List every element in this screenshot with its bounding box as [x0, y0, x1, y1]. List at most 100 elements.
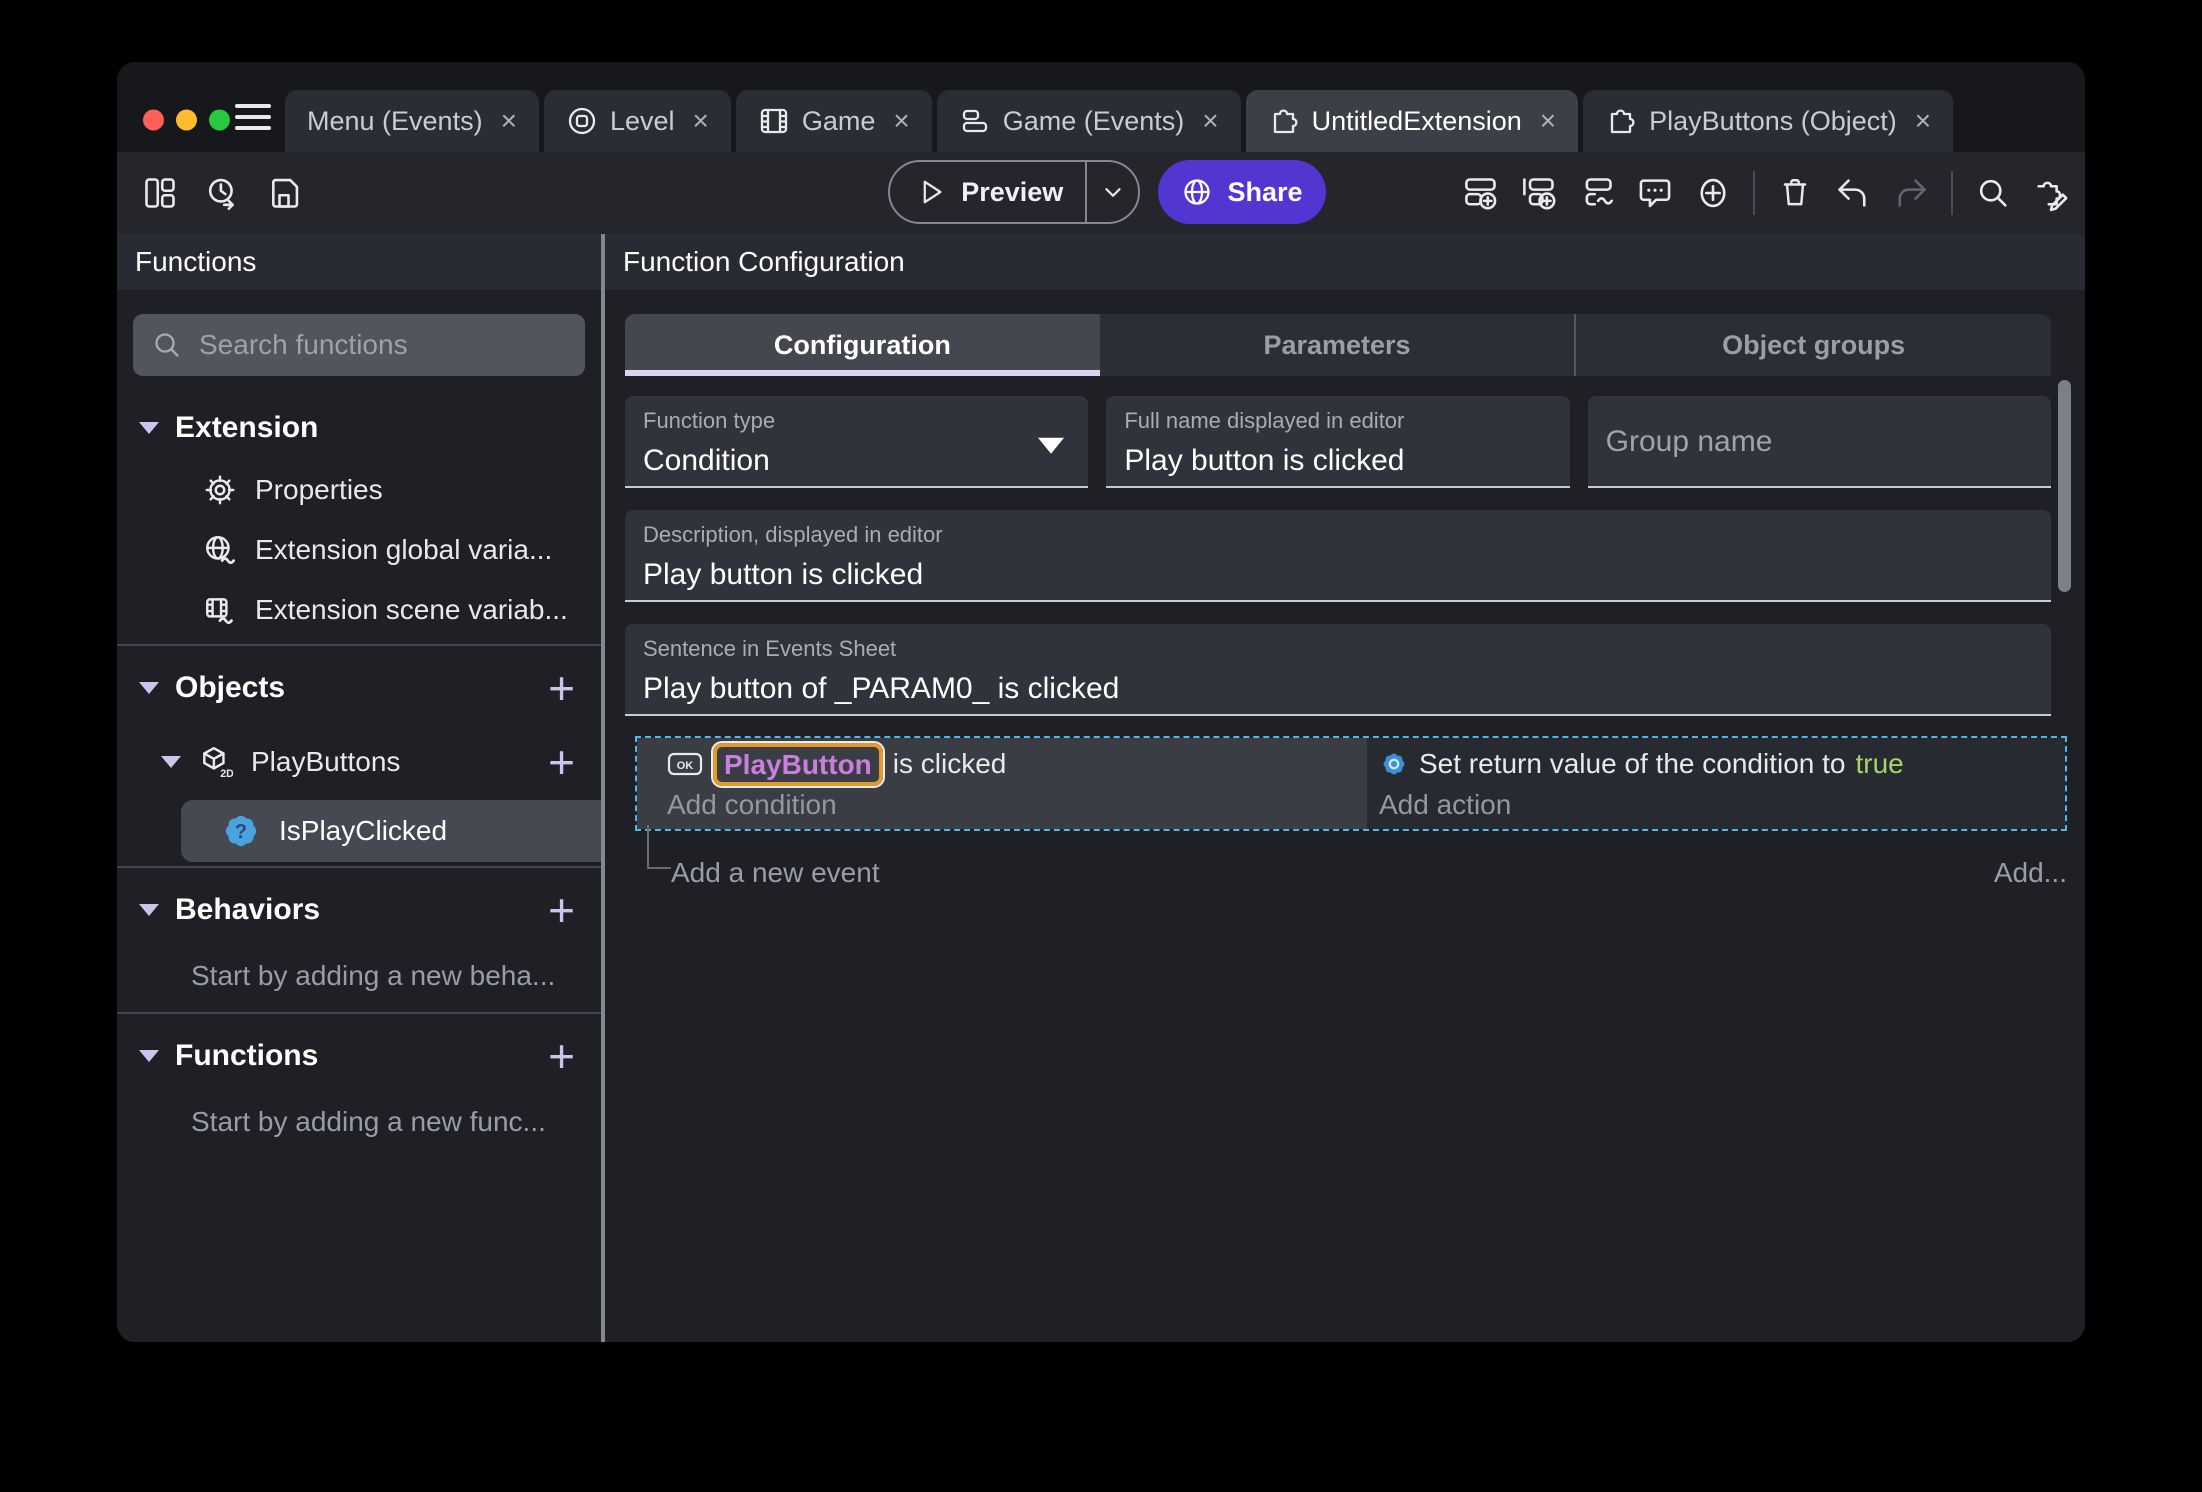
sentence-field[interactable]: Sentence in Events Sheet [625, 624, 2051, 716]
edit-extension-icon[interactable] [2033, 175, 2069, 212]
minimize-window-icon[interactable] [176, 109, 197, 131]
undo-icon[interactable] [1835, 175, 1871, 211]
tab-object-groups[interactable]: Object groups [1574, 314, 2051, 376]
field-label: Function type [643, 408, 776, 433]
close-icon[interactable]: × [501, 107, 517, 135]
tab-menu-events[interactable]: Menu (Events) × [285, 90, 539, 152]
functions-tree: Extension Properties Extension global va… [117, 388, 601, 1342]
group-name-input[interactable] [1605, 425, 2033, 459]
conditions-cell[interactable]: OK PlayButton is clicked Add condition [637, 738, 1367, 829]
add-new-event-button[interactable]: Add a new event [671, 857, 880, 889]
action-value[interactable]: true [1856, 748, 1904, 780]
full-name-input[interactable] [1124, 444, 1552, 478]
add-free-function-icon[interactable]: + [548, 1033, 575, 1079]
function-gear-icon: ? [225, 815, 257, 847]
traffic-lights [143, 109, 230, 131]
add-more-button[interactable]: Add... [1994, 857, 2067, 889]
close-icon[interactable]: × [1915, 107, 1931, 135]
section-behaviors[interactable]: Behaviors + [117, 872, 601, 948]
tab-label: PlayButtons (Object) [1649, 105, 1897, 136]
description-input[interactable] [643, 558, 2033, 592]
divider [117, 1012, 601, 1014]
add-subevent-icon[interactable] [1521, 175, 1557, 211]
section-objects[interactable]: Objects + [117, 650, 601, 726]
sidebar-item-playbuttons[interactable]: 2D PlayButtons + [117, 726, 601, 798]
close-icon[interactable]: × [1202, 107, 1218, 135]
redo-icon[interactable] [1893, 175, 1929, 211]
preview-options-button[interactable] [1087, 177, 1138, 207]
divider [117, 644, 601, 646]
function-type-select[interactable]: Function type Condition [625, 396, 1089, 488]
sidebar-item-properties[interactable]: Properties [117, 460, 601, 520]
functions-sidebar: Functions Extension Properties Extension… [117, 234, 601, 1342]
comment-icon[interactable] [1637, 175, 1673, 211]
tab-untitled-extension[interactable]: UntitledExtension × [1245, 90, 1579, 152]
item-label: PlayButtons [251, 746, 401, 777]
item-label: IsPlayClicked [279, 815, 448, 846]
close-icon[interactable]: × [893, 107, 909, 135]
app-window: Menu (Events) × Level × Game × Game (Eve… [117, 62, 2085, 1342]
search-icon[interactable] [1975, 175, 2011, 211]
item-label: Extension global varia... [255, 534, 553, 565]
function-configuration-panel: Function Configuration Configuration Par… [605, 234, 2085, 1342]
share-button[interactable]: Share [1158, 160, 1326, 224]
chevron-down-icon [1105, 188, 1121, 197]
svg-text:OK: OK [677, 760, 694, 772]
main-menu-icon[interactable] [235, 104, 271, 130]
tab-playbuttons-object[interactable]: PlayButtons (Object) × [1583, 90, 1954, 152]
sentence-input[interactable] [643, 672, 2033, 706]
editor-tabs: Menu (Events) × Level × Game × Game (Eve… [285, 90, 1954, 152]
panels-layout-icon[interactable] [142, 175, 178, 211]
preview-button[interactable]: Preview [888, 160, 1140, 224]
search-box[interactable] [133, 314, 585, 376]
add-condition-button[interactable]: Add condition [667, 789, 1367, 821]
section-functions[interactable]: Functions + [117, 1018, 601, 1094]
preview-label: Preview [961, 176, 1064, 207]
tab-configuration[interactable]: Configuration [625, 314, 1100, 376]
full-name-field[interactable]: Full name displayed in editor [1106, 396, 1570, 488]
item-label: Extension scene variab... [255, 594, 568, 625]
add-action-button[interactable]: Add action [1379, 789, 2065, 821]
tab-parameters[interactable]: Parameters [1100, 314, 1575, 376]
add-other-event-icon[interactable] [1579, 175, 1615, 211]
sidebar-item-extension-global-variables[interactable]: Extension global varia... [117, 520, 601, 580]
tab-label: Menu (Events) [307, 105, 483, 136]
field-label: Description, displayed in editor [643, 522, 943, 547]
actions-cell[interactable]: Set return value of the condition to tru… [1367, 738, 2065, 829]
action-gear-icon [1383, 753, 1405, 775]
events-sheet-icon [962, 109, 987, 133]
event-row-selected[interactable]: OK PlayButton is clicked Add condition S… [635, 736, 2067, 831]
add-event-icon[interactable] [1463, 175, 1499, 211]
sidebar-item-extension-scene-variables[interactable]: Extension scene variab... [117, 580, 601, 640]
sidebar-item-isplayclicked-selected[interactable]: ? IsPlayClicked [181, 800, 601, 862]
close-icon[interactable]: × [1540, 107, 1556, 135]
search-input[interactable] [199, 329, 567, 361]
caret-down-icon [161, 756, 181, 768]
main-title: Function Configuration [605, 234, 2085, 290]
globe-variable-icon [206, 536, 235, 565]
condition-object-param[interactable]: PlayButton [713, 742, 883, 786]
action-text: Set return value of the condition to [1419, 748, 1846, 779]
section-extension[interactable]: Extension [117, 396, 601, 460]
tab-level[interactable]: Level × [543, 90, 731, 152]
delete-icon[interactable] [1777, 175, 1813, 211]
close-window-icon[interactable] [143, 109, 164, 131]
maximize-window-icon[interactable] [209, 109, 230, 131]
add-behavior-icon[interactable]: + [548, 887, 575, 933]
field-value: Condition [643, 444, 770, 477]
scrollbar-thumb[interactable] [2058, 380, 2071, 592]
dropdown-arrow-icon [1038, 437, 1065, 454]
save-icon[interactable] [266, 175, 302, 211]
tab-label: Game [801, 105, 876, 136]
group-name-field[interactable] [1587, 396, 2051, 488]
add-function-icon[interactable]: + [548, 739, 575, 785]
close-icon[interactable]: × [692, 107, 708, 135]
history-icon[interactable] [204, 175, 240, 211]
add-object-icon[interactable]: + [548, 665, 575, 711]
tab-game-events[interactable]: Game (Events) × [936, 90, 1241, 152]
add-circle-icon[interactable] [1695, 175, 1731, 211]
tab-game[interactable]: Game × [735, 90, 932, 152]
description-field[interactable]: Description, displayed in editor [625, 510, 2051, 602]
play-icon [923, 180, 942, 204]
field-label: Full name displayed in editor [1124, 408, 1405, 433]
